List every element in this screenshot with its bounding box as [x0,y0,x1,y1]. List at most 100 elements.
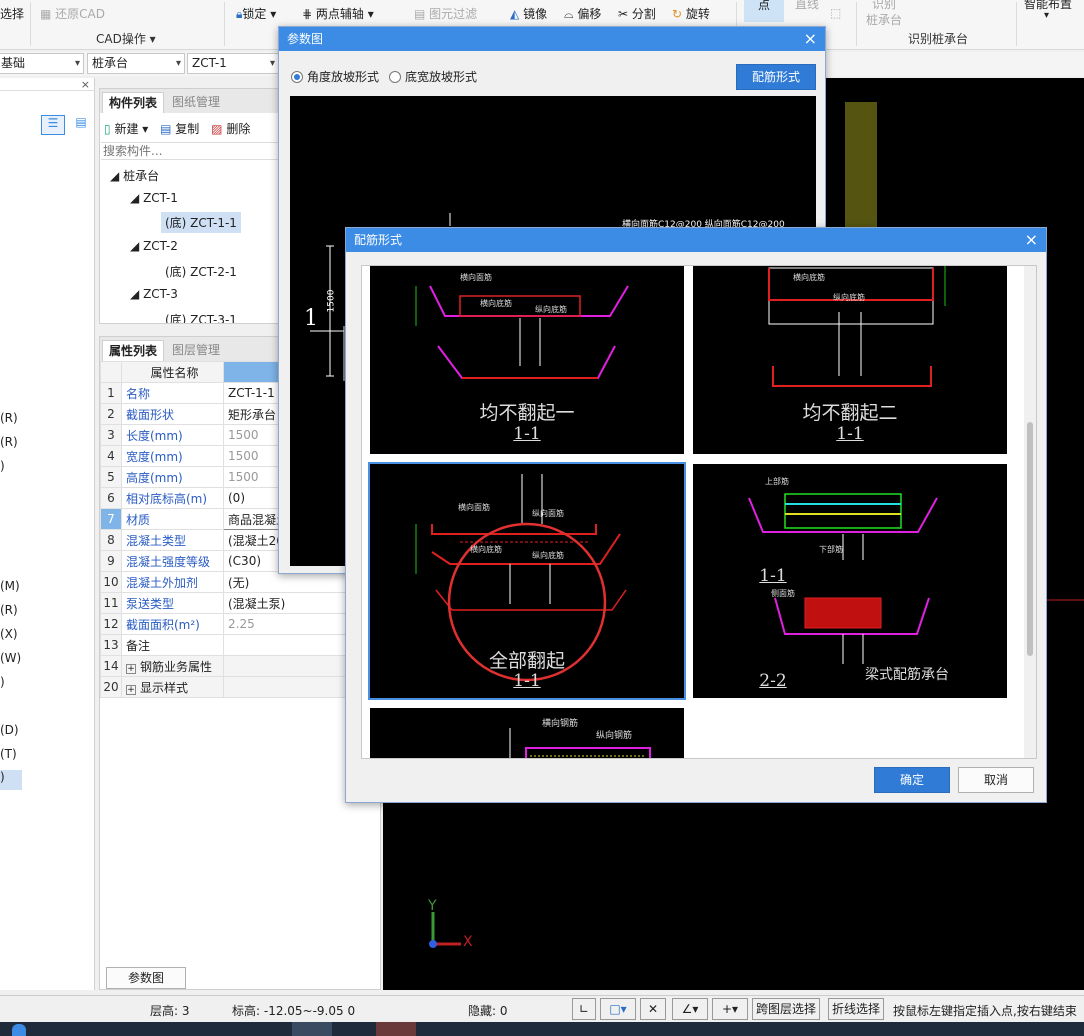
tree-item-selected[interactable]: (底) ZCT-1-1 [161,212,241,233]
offset-button[interactable]: ⌓ 偏移 [564,5,601,23]
rebar-label: 下部筋 [819,545,843,554]
point-button[interactable]: 点 [744,0,784,22]
table-row[interactable]: 20 + 显示样式 [100,676,382,698]
taskbar-app-icon[interactable] [376,1022,416,1036]
collapse-icon[interactable]: ◢ [110,169,119,183]
rotate-button[interactable]: ↻ 旋转 [672,5,710,23]
rebar-label: 纵向底筋 [535,305,567,314]
rebar-thumb-selected[interactable]: 横向面筋 纵向面筋 横向底筋 纵向底筋 全部翻起 1-1 [368,462,686,700]
group-cad-ops[interactable]: CAD操作 ▾ [96,30,156,47]
tree-item[interactable]: (底) ZCT-3-1 [165,311,237,323]
element-filter-button[interactable]: ▤ 图元过滤 [414,5,477,23]
table-row[interactable]: 12 截面面积(m²) 2.25 [100,613,382,635]
collapse-icon[interactable]: ◢ [130,191,139,205]
identify-cap-button[interactable]: 桩承台 [866,11,902,29]
scrollbar-thumb[interactable] [1027,422,1033,656]
search-input[interactable] [101,142,281,160]
expand-icon[interactable]: + [126,684,136,695]
chevron-down-icon[interactable]: ▾ [1044,10,1049,21]
tab-component-list[interactable]: 构件列表 [102,92,165,113]
tree-item[interactable]: ◢ ZCT-1 [130,191,178,205]
left-key[interactable]: (R) [0,435,18,449]
taskbar-app-icon[interactable] [292,1022,332,1036]
left-key[interactable]: (R) [0,603,18,617]
rebar-thumb[interactable]: 上部筋 下部筋 侧面筋 1-1 2-2 梁式配筋承台 [693,464,1007,698]
type-select[interactable]: 桩承台 [87,53,185,74]
expand-icon[interactable]: + [126,663,136,674]
lock-button[interactable]: 🔒︎锁定 ▾ [236,5,276,23]
collapse-icon[interactable]: ◢ [130,287,139,301]
left-key[interactable]: ) [0,459,5,473]
delete-button[interactable]: ▨ 删除 [211,122,250,136]
status-hint: 按鼠标左键指定插入点,按右键结束 [893,1004,1077,1018]
angle-icon[interactable]: ∠▾ [672,998,708,1020]
thumb-grid: 横向面筋 横向底筋 纵向底筋 均不翻起一 1-1 横向底筋 纵向底筋 均不翻起二… [361,265,1037,759]
rebar-form-button[interactable]: 配筋形式 [736,64,816,90]
two-point-aux-button[interactable]: ⋕ 两点辅轴 ▾ [302,5,374,23]
dialog-title: 配筋形式 [346,228,1046,252]
left-key[interactable]: (T) [0,747,17,761]
copy-button[interactable]: ▤ 复制 [160,122,199,136]
rebar-label: 横向底筋 [470,545,502,554]
line-button[interactable]: 直线 [795,0,819,13]
left-key[interactable]: (R) [0,411,18,425]
rebar-thumb[interactable]: 横向钢筋 纵向钢筋 [370,708,684,758]
tree-root[interactable]: ◢ 桩承台 [110,167,159,184]
list-view-icon[interactable]: ☰ [41,115,65,135]
component-select[interactable]: ZCT-1 [187,53,279,74]
left-key[interactable]: (W) [0,651,21,665]
ok-button[interactable]: 确定 [874,767,950,793]
tab-layer-manage[interactable]: 图层管理 [166,340,226,361]
param-diagram-button[interactable]: 参数图 [106,967,186,989]
region-icon[interactable]: ⬚ [830,6,841,20]
cancel-button[interactable]: 取消 [958,767,1034,793]
taskbar-app-icon[interactable] [12,1024,26,1036]
radio-width[interactable]: 底宽放坡形式 [389,68,477,85]
new-button[interactable]: ▯ 新建 ▾ [104,122,148,136]
polyline-select-button[interactable]: 折线选择 [828,998,885,1020]
ortho-icon[interactable]: ∟ [572,998,596,1020]
radio-angle[interactable]: 角度放坡形式 [291,68,379,85]
left-key[interactable]: (M) [0,579,20,593]
thumb-section: 1-1 [513,424,541,444]
mirror-button[interactable]: ◭ 镜像 [510,5,547,23]
grid-view-icon[interactable]: ▤ [69,115,93,135]
split-button[interactable]: ✂︎ 分割 [618,5,656,23]
rebar-label: 上部筋 [765,477,789,486]
rebar-thumb[interactable]: 横向底筋 纵向底筋 均不翻起二 1-1 [693,266,1007,454]
left-key[interactable]: (D) [0,723,19,737]
snap-icon[interactable]: □▾ [600,998,636,1020]
status-bar: 层高: 3 标高: -12.05~-9.05 0 隐藏: 0 ∟ □▾ ✕ ∠▾… [0,995,1084,1021]
scrollbar[interactable] [1024,266,1036,758]
rebar-thumb[interactable]: 横向面筋 横向底筋 纵向底筋 均不翻起一 1-1 [370,266,684,454]
tree-item[interactable]: ◢ ZCT-3 [130,287,178,301]
select-button[interactable]: 选择 [0,5,24,23]
rebar-label: 侧面筋 [771,589,795,598]
new-icon: ▯ [104,122,111,136]
restore-cad-button[interactable]: ▦ 还原CAD [40,5,105,23]
collapse-icon[interactable]: ◢ [130,239,139,253]
delete-icon: ▨ [211,122,223,136]
rebar-label: 横向底筋 [793,273,825,282]
close-icon[interactable]: × [1025,228,1038,252]
left-key[interactable]: (X) [0,627,18,641]
category-select[interactable]: 基础 [0,53,84,74]
split-icon: ✂︎ [618,7,629,21]
tab-drawing-manage[interactable]: 图纸管理 [166,92,226,113]
left-key-selected[interactable]: ) [0,770,22,790]
cross-icon[interactable]: ✕ [640,998,666,1020]
tree-item[interactable]: (底) ZCT-2-1 [165,263,237,280]
offset-mode-icon[interactable]: +▾ [712,998,748,1020]
table-row[interactable]: 13 备注 [100,634,382,656]
thumb-section-top: 1-1 [759,566,787,586]
tab-property-list[interactable]: 属性列表 [102,340,165,361]
tree-item[interactable]: ◢ ZCT-2 [130,239,178,253]
left-key[interactable]: ) [0,675,5,689]
rebar-label: 横向底筋 [480,299,512,308]
table-row[interactable]: 11 泵送类型 (混凝土泵) [100,592,382,614]
table-row[interactable]: 10 混凝土外加剂 (无) [100,571,382,593]
table-row[interactable]: 14 + 钢筋业务属性 [100,655,382,677]
close-icon[interactable]: × [804,27,817,51]
cross-layer-select-button[interactable]: 跨图层选择 [752,998,821,1020]
thumb-caption: 均不翻起一 [479,402,575,424]
